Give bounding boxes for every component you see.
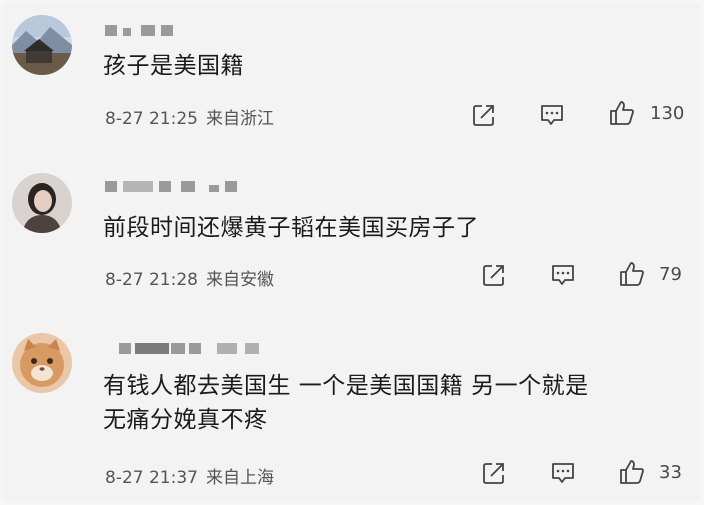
comment-location: 来自浙江 — [205, 109, 274, 129]
comment-meta: 8-27 21:25 来自浙江 — [105, 104, 274, 129]
comment-location: 来自上海 — [205, 468, 274, 488]
thumbs-up-icon — [620, 460, 644, 484]
like-button[interactable] — [607, 98, 637, 128]
share-icon — [473, 105, 494, 126]
comment-text: 前段时间还爆黄子韬在美国买房子了 — [103, 211, 479, 245]
comment-meta: 8-27 21:28 来自安徽 — [105, 265, 274, 290]
comment-date: 8-27 21:37 — [105, 468, 198, 488]
comment-text-line: 前段时间还爆黄子韬在美国买房子了 — [103, 215, 479, 241]
share-icon — [483, 265, 504, 286]
thumbs-up-icon — [610, 101, 634, 125]
comment-date: 8-27 21:28 — [105, 270, 198, 290]
comment-button[interactable] — [548, 458, 578, 488]
comment-icon — [541, 105, 563, 125]
masked-username[interactable] — [105, 177, 305, 195]
comment-text-line: 无痛分娩真不疼 — [103, 407, 268, 433]
like-count: 130 — [650, 103, 685, 124]
share-icon — [483, 463, 504, 484]
comment-meta: 8-27 21:37 来自上海 — [105, 463, 274, 488]
like-count: 79 — [659, 264, 682, 285]
mountain-landscape-avatar-icon — [12, 15, 72, 75]
like-button[interactable] — [617, 259, 647, 289]
share-button[interactable] — [479, 458, 509, 488]
comment-date: 8-27 21:25 — [105, 109, 198, 129]
comment-icon — [552, 463, 574, 483]
comment-button[interactable] — [537, 100, 567, 130]
masked-username[interactable] — [105, 21, 305, 39]
person-portrait-avatar-icon — [12, 173, 72, 233]
like-count: 33 — [659, 462, 682, 483]
comment-text: 孩子是美国籍 — [103, 49, 244, 83]
screenshot-frame: 孩子是美国籍 8-27 21:25 来自浙江 130 前段时间还爆黄子韬在美国买… — [0, 0, 704, 505]
comment-text: 有钱人都去美国生 一个是美国国籍 另一个就是 无痛分娩真不疼 — [103, 369, 589, 437]
user-avatar[interactable] — [12, 15, 72, 75]
comment-text-line: 孩子是美国籍 — [103, 53, 244, 79]
comment-location: 来自安徽 — [205, 270, 274, 290]
thumbs-up-icon — [620, 262, 644, 286]
cat-avatar-icon — [12, 333, 72, 393]
comment-button[interactable] — [548, 260, 578, 290]
comment-list: 孩子是美国籍 8-27 21:25 来自浙江 130 前段时间还爆黄子韬在美国买… — [3, 3, 700, 501]
user-avatar[interactable] — [12, 333, 72, 393]
share-button[interactable] — [469, 100, 499, 130]
user-avatar[interactable] — [12, 173, 72, 233]
like-button[interactable] — [617, 457, 647, 487]
masked-username[interactable] — [105, 339, 305, 357]
share-button[interactable] — [479, 260, 509, 290]
comment-text-line: 有钱人都去美国生 一个是美国国籍 另一个就是 — [103, 373, 589, 399]
comment-icon — [552, 265, 574, 285]
